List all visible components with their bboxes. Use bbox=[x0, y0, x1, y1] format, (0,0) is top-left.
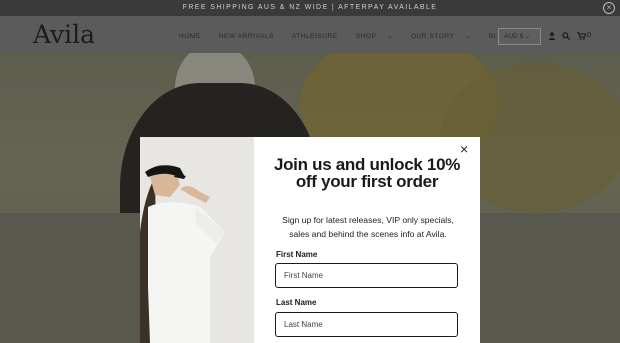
nav-label: HOME bbox=[179, 33, 201, 40]
first-name-label: First Name bbox=[276, 250, 318, 259]
popup-model-photo bbox=[140, 137, 254, 343]
chevron-down-icon: ⌄ bbox=[387, 34, 393, 40]
last-name-field[interactable]: Last Name bbox=[275, 312, 458, 337]
first-name-field[interactable]: First Name bbox=[275, 263, 458, 288]
search-icon[interactable] bbox=[562, 32, 571, 42]
currency-select[interactable]: AUD $ ⌄ bbox=[498, 28, 541, 45]
nav-item-shop[interactable]: SHOP ⌄ bbox=[356, 33, 402, 40]
signup-popup: × Join us and unlock 10% off your first … bbox=[140, 137, 480, 343]
announcement-text: FREE SHIPPING AUS & NZ WIDE | AFTERPAY A… bbox=[182, 4, 438, 11]
close-icon[interactable]: × bbox=[460, 142, 468, 156]
announcement-bar: FREE SHIPPING AUS & NZ WIDE | AFTERPAY A… bbox=[0, 0, 620, 16]
chevron-down-icon: ⌄ bbox=[465, 34, 471, 40]
nav-item-new-arrivals[interactable]: NEW ARRIVALS bbox=[219, 33, 283, 40]
popup-title: Join us and unlock 10% off your first or… bbox=[273, 155, 461, 191]
site-logo[interactable]: Avila bbox=[33, 20, 95, 49]
nav-label: SHOP bbox=[355, 33, 377, 40]
nav-label: NEW ARRIVALS bbox=[218, 33, 274, 40]
main-nav: HOME NEW ARRIVALS ATHLEISURE SHOP ⌄ OUR S… bbox=[179, 33, 527, 40]
site-header: Avila HOME NEW ARRIVALS ATHLEISURE SHOP ⌄… bbox=[0, 16, 620, 53]
nav-item-our-story[interactable]: OUR STORY ⌄ bbox=[411, 33, 480, 40]
last-name-label: Last Name bbox=[276, 298, 317, 307]
nav-label: ATHLEISURE bbox=[291, 33, 338, 40]
user-icon[interactable] bbox=[548, 32, 556, 42]
nav-label: OUR STORY bbox=[410, 33, 455, 40]
close-icon[interactable]: × bbox=[603, 2, 615, 14]
cart-count: 0 bbox=[587, 32, 591, 39]
nav-item-athleisure[interactable]: ATHLEISURE bbox=[292, 33, 347, 40]
nav-item-home[interactable]: HOME bbox=[179, 33, 210, 40]
cart-icon[interactable] bbox=[577, 32, 587, 42]
popup-subtitle: Sign up for latest releases, VIP only sp… bbox=[282, 215, 454, 239]
